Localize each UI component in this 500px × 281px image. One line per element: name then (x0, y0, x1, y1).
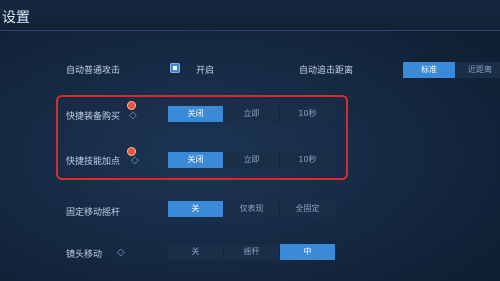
page-title: 设置 (2, 10, 30, 26)
fixed-joystick-option-visual[interactable]: 仅表现 (224, 201, 280, 217)
highlight-annotation (56, 95, 348, 180)
auto-track-distance-selector: 标准 近距离 (403, 62, 500, 78)
auto-track-distance-label: 自动追击距离 (299, 66, 354, 76)
fixed-joystick-label: 固定移动摇杆 (66, 208, 121, 218)
top-bar: 设置 (0, 0, 500, 31)
fixed-joystick-selector: 关 仅表现 全固定 (168, 201, 335, 217)
camera-move-option-joystick[interactable]: 摇杆 (224, 244, 280, 260)
auto-attack-label: 自动普通攻击 (66, 66, 121, 76)
info-icon[interactable]: ◇ (117, 247, 125, 258)
auto-attack-checkbox[interactable] (170, 63, 180, 73)
fixed-joystick-option-full[interactable]: 全固定 (280, 201, 335, 217)
auto-attack-checkbox-label[interactable]: 开启 (196, 63, 214, 76)
camera-move-option-mid[interactable]: 中 (280, 244, 335, 260)
camera-move-option-off[interactable]: 关 (168, 244, 224, 260)
camera-move-label: 镜头移动 (66, 250, 103, 260)
auto-track-option-near[interactable]: 近距离 (456, 62, 500, 78)
fixed-joystick-option-off[interactable]: 关 (168, 201, 224, 217)
auto-track-option-standard[interactable]: 标准 (403, 62, 456, 78)
camera-move-selector: 关 摇杆 中 (168, 244, 335, 260)
